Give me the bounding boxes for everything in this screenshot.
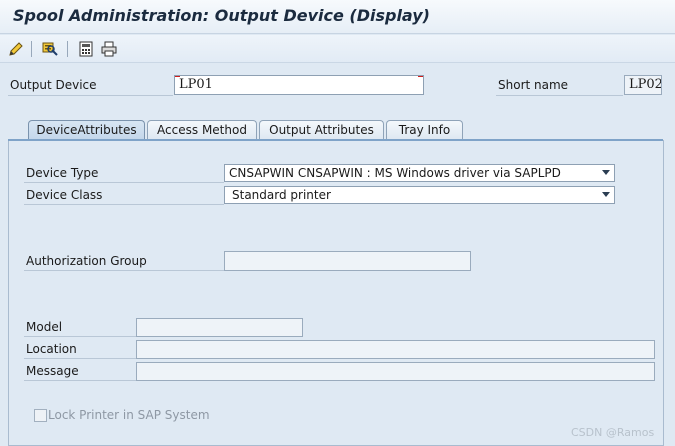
device-class-label: Device Class [26,188,103,202]
label-underline [24,336,136,337]
tab-panel-top-border [8,139,663,141]
device-class-value: Standard printer [232,188,331,202]
label-underline [24,380,136,381]
short-name-field[interactable]: LP02 [624,75,662,95]
authorization-group-label: Authorization Group [26,254,147,268]
authorization-group-field[interactable] [224,251,471,271]
model-label: Model [26,320,63,334]
chevron-down-icon[interactable] [602,192,610,197]
location-label: Location [26,342,77,356]
output-device-field[interactable]: LP01 [174,75,424,95]
calculator-icon[interactable] [76,39,96,59]
application-toolbar [0,35,675,63]
pencil-icon[interactable] [6,39,26,59]
label-underline [8,95,173,96]
label-underline [24,358,136,359]
label-underline [24,182,224,183]
label-underline [24,204,224,205]
chevron-down-icon[interactable] [602,170,610,175]
message-field[interactable] [136,362,655,381]
label-underline [496,95,623,96]
model-field[interactable] [136,318,303,337]
title-bar: Spool Administration: Output Device (Dis… [0,0,675,34]
device-class-dropdown[interactable]: Standard printer [224,186,615,204]
location-field[interactable] [136,340,655,359]
output-device-label: Output Device [10,78,97,92]
tab-output-attributes[interactable]: Output Attributes [259,120,384,140]
label-underline [24,270,224,271]
watermark-text: CSDN @Ramos [571,426,655,439]
short-name-label: Short name [498,78,569,92]
window-title: Spool Administration: Output Device (Dis… [13,6,430,25]
message-label: Message [26,364,79,378]
lock-printer-checkbox[interactable] [34,409,47,422]
device-type-value: CNSAPWIN CNSAPWIN : MS Windows driver vi… [229,166,561,180]
toolbar-separator [67,41,68,57]
tab-device-attributes[interactable]: DeviceAttributes [28,120,145,140]
device-info-icon[interactable] [40,39,60,59]
lock-printer-label: Lock Printer in SAP System [48,408,210,422]
tab-access-method[interactable]: Access Method [147,120,257,140]
tab-tray-info[interactable]: Tray Info [386,120,463,140]
device-type-dropdown[interactable]: CNSAPWIN CNSAPWIN : MS Windows driver vi… [224,164,615,182]
printer-icon[interactable] [99,39,119,59]
toolbar-separator [31,41,32,57]
device-type-label: Device Type [26,166,99,180]
